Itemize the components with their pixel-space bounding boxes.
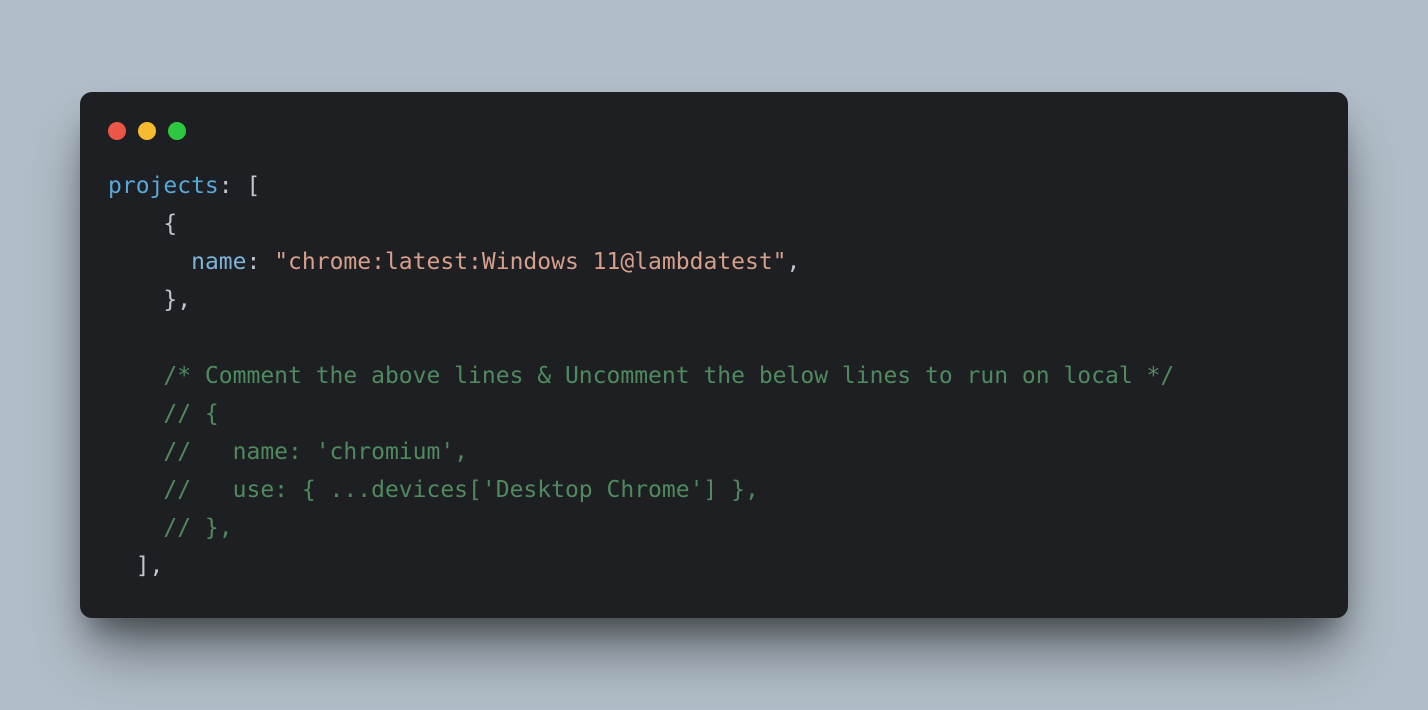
token-prop: name [191,249,246,275]
minimize-traffic-light-icon[interactable] [138,122,156,140]
token-comment: // { [163,401,218,427]
code-line-3: name: "chrome:latest:Windows 11@lambdate… [108,249,800,275]
token-comment: // }, [163,515,232,541]
code-window: projects: [ { name: "chrome:latest:Windo… [80,92,1348,617]
code-line-6: /* Comment the above lines & Uncomment t… [108,363,1174,389]
code-line-1: projects: [ [108,173,260,199]
token-bracket-open: [ [246,173,260,199]
code-line-10: // }, [108,515,233,541]
token-bracket-close: ], [136,553,164,579]
zoom-traffic-light-icon[interactable] [168,122,186,140]
token-brace-open: { [163,211,177,237]
token-comment: // use: { ...devices['Desktop Chrome'] }… [163,477,758,503]
code-line-8: // name: 'chromium', [108,439,468,465]
token-string: "chrome:latest:Windows 11@lambdatest" [274,249,786,275]
code-line-11: ], [108,553,163,579]
code-line-9: // use: { ...devices['Desktop Chrome'] }… [108,477,759,503]
close-traffic-light-icon[interactable] [108,122,126,140]
token-punct: : [219,173,247,199]
token-brace-close: }, [163,287,191,313]
token-comment: /* Comment the above lines & Uncomment t… [163,363,1174,389]
code-line-7: // { [108,401,219,427]
code-block: projects: [ { name: "chrome:latest:Windo… [108,168,1320,585]
code-line-4: }, [108,287,191,313]
token-comment: // name: 'chromium', [163,439,468,465]
code-line-2: { [108,211,177,237]
token-key: projects [108,173,219,199]
window-titlebar [108,118,1320,168]
